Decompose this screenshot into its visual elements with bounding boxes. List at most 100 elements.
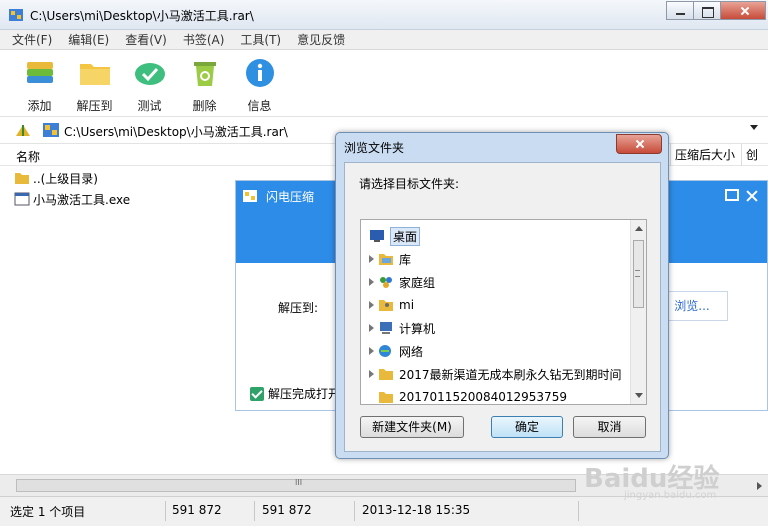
column-name[interactable]: 名称 [16, 148, 40, 165]
browse-prompt: 请选择目标文件夹: [359, 177, 460, 191]
close-icon[interactable] [745, 189, 759, 203]
browse-dialog-title: 浏览文件夹 [344, 141, 405, 155]
scrollbar-grip: III [295, 478, 303, 487]
add-button[interactable]: 添加 [12, 50, 67, 116]
tree-item-label: 桌面 [390, 226, 421, 246]
expand-arrow-icon[interactable] [369, 301, 374, 309]
expand-arrow-icon[interactable] [369, 255, 374, 263]
folder-icon [379, 369, 393, 380]
info-label: 信息 [247, 99, 272, 113]
column-compressed-size[interactable]: 压缩后大小 [670, 144, 735, 166]
tree-item-label: 网络 [399, 344, 424, 359]
list-item[interactable]: 小马激活工具.exe [14, 190, 130, 208]
scrollbar-grip-icon [635, 270, 640, 277]
test-check-icon [134, 63, 165, 85]
cancel-button[interactable]: 取消 [573, 416, 646, 438]
scroll-up-icon[interactable] [635, 226, 643, 231]
library-icon [379, 254, 393, 265]
tree-item-label: 20170115200840129537​59 [399, 390, 567, 404]
archive-icon [43, 123, 59, 137]
open-after-extract-checkbox[interactable]: 解压完成打开 [250, 385, 340, 402]
window-title: C:\Users\mi\Desktop\小马激活工具.rar\ [30, 9, 254, 23]
expand-arrow-icon[interactable] [369, 347, 374, 355]
minimize-button[interactable] [666, 1, 694, 20]
computer-icon [380, 322, 392, 334]
network-icon [379, 345, 391, 357]
status-selection: 选定 1 个项目 [10, 505, 86, 519]
main-titlebar: C:\Users\mi\Desktop\小马激活工具.rar\ [0, 0, 768, 30]
app-icon [243, 190, 257, 202]
homegroup-icon [380, 277, 392, 288]
tree-item-label: 2017最新渠道无成本刷永久钻无到期时间 [399, 367, 622, 382]
address-path[interactable]: C:\Users\mi\Desktop\小马激活工具.rar\ [64, 123, 288, 140]
tree-item-folder[interactable]: 20170115200840129537​59 [378, 387, 567, 404]
column-created[interactable]: 创 [741, 144, 758, 166]
info-button[interactable]: 信息 [232, 50, 287, 116]
test-button[interactable]: 测试 [122, 50, 177, 116]
new-folder-button[interactable]: 新建文件夹(M) [360, 416, 464, 438]
delete-button[interactable]: 删除 [177, 50, 232, 116]
flash-dialog-title: 闪电压缩 [266, 190, 315, 204]
divider [165, 501, 166, 521]
feedback-icon[interactable] [725, 189, 739, 201]
add-label: 添加 [27, 99, 52, 113]
status-date: 2013-12-18 15:35 [362, 503, 471, 517]
recycle-bin-icon [193, 62, 216, 86]
tree-item-desktop[interactable]: 桌面 [369, 226, 421, 246]
menu-tools[interactable]: 工具(T) [240, 31, 281, 48]
expand-arrow-icon[interactable] [369, 324, 374, 332]
checkbox-label: 解压完成打开 [268, 387, 341, 401]
extract-label: 解压到 [76, 99, 113, 113]
tree-item-library[interactable]: 库 [369, 249, 411, 269]
scroll-right-icon[interactable] [757, 482, 762, 490]
status-packed: 591 872 [262, 503, 312, 517]
menu-file[interactable]: 文件(F) [12, 31, 52, 48]
menu-bookmarks[interactable]: 书签(A) [183, 31, 225, 48]
menu-feedback[interactable]: 意见反馈 [297, 31, 345, 48]
tree-item-label: 库 [399, 252, 412, 267]
tree-item-label: mi [399, 298, 415, 312]
checkbox-checked-icon [250, 386, 264, 401]
toolbar: 添加 解压到 测试 删除 信息 [0, 50, 768, 116]
file-name: ..(上级目录) [33, 171, 98, 186]
user-folder-icon [379, 300, 393, 311]
ok-button[interactable]: 确定 [491, 416, 563, 438]
tree-item-label: 家庭组 [399, 275, 436, 290]
divider [254, 501, 255, 521]
desktop-icon [370, 230, 384, 242]
tree-item-computer[interactable]: 计算机 [369, 318, 435, 338]
tree-item-user[interactable]: mi [369, 295, 414, 315]
maximize-button[interactable] [693, 1, 721, 20]
scroll-down-icon[interactable] [635, 393, 643, 398]
tree-vertical-scrollbar[interactable] [630, 220, 646, 404]
chevron-down-icon[interactable] [750, 125, 758, 130]
list-item[interactable]: ..(上级目录) [14, 169, 98, 187]
menu-edit[interactable]: 编辑(E) [68, 31, 109, 48]
folder-tree: 桌面 库 家庭组 mi 计算机 网络 2017最新渠道无成本刷永久钻无到期时间 … [360, 219, 647, 405]
app-icon [9, 9, 23, 21]
file-name: 小马激活工具.exe [33, 192, 131, 207]
baidu-watermark-url: jingyan.baidu.com [624, 490, 717, 501]
info-icon [245, 59, 274, 87]
window-controls [666, 1, 766, 21]
up-folder-icon[interactable] [14, 122, 32, 138]
close-button[interactable] [720, 1, 766, 20]
dialog-close-button[interactable] [616, 134, 662, 154]
extract-to-label: 解压到: [278, 301, 319, 315]
test-label: 测试 [137, 99, 162, 113]
tree-item-network[interactable]: 网络 [369, 341, 423, 361]
exe-icon [14, 192, 30, 206]
tree-item-folder[interactable]: 2017最新渠道无成本刷永久钻无到期时间 [369, 364, 622, 384]
divider [354, 501, 355, 521]
browse-folder-dialog: 浏览文件夹 请选择目标文件夹: 桌面 库 家庭组 mi 计算机 网络 2017最… [335, 132, 669, 459]
status-size: 591 872 [172, 503, 222, 517]
browse-dialog-body: 请选择目标文件夹: 桌面 库 家庭组 mi 计算机 网络 2017最新渠道无成本… [344, 162, 661, 452]
add-archive-icon [26, 62, 53, 83]
expand-arrow-icon[interactable] [369, 370, 374, 378]
tree-item-homegroup[interactable]: 家庭组 [369, 272, 435, 292]
folder-icon [379, 392, 393, 403]
menu-view[interactable]: 查看(V) [125, 31, 167, 48]
expand-arrow-icon[interactable] [369, 278, 374, 286]
divider [578, 501, 579, 521]
extract-button[interactable]: 解压到 [67, 50, 122, 116]
